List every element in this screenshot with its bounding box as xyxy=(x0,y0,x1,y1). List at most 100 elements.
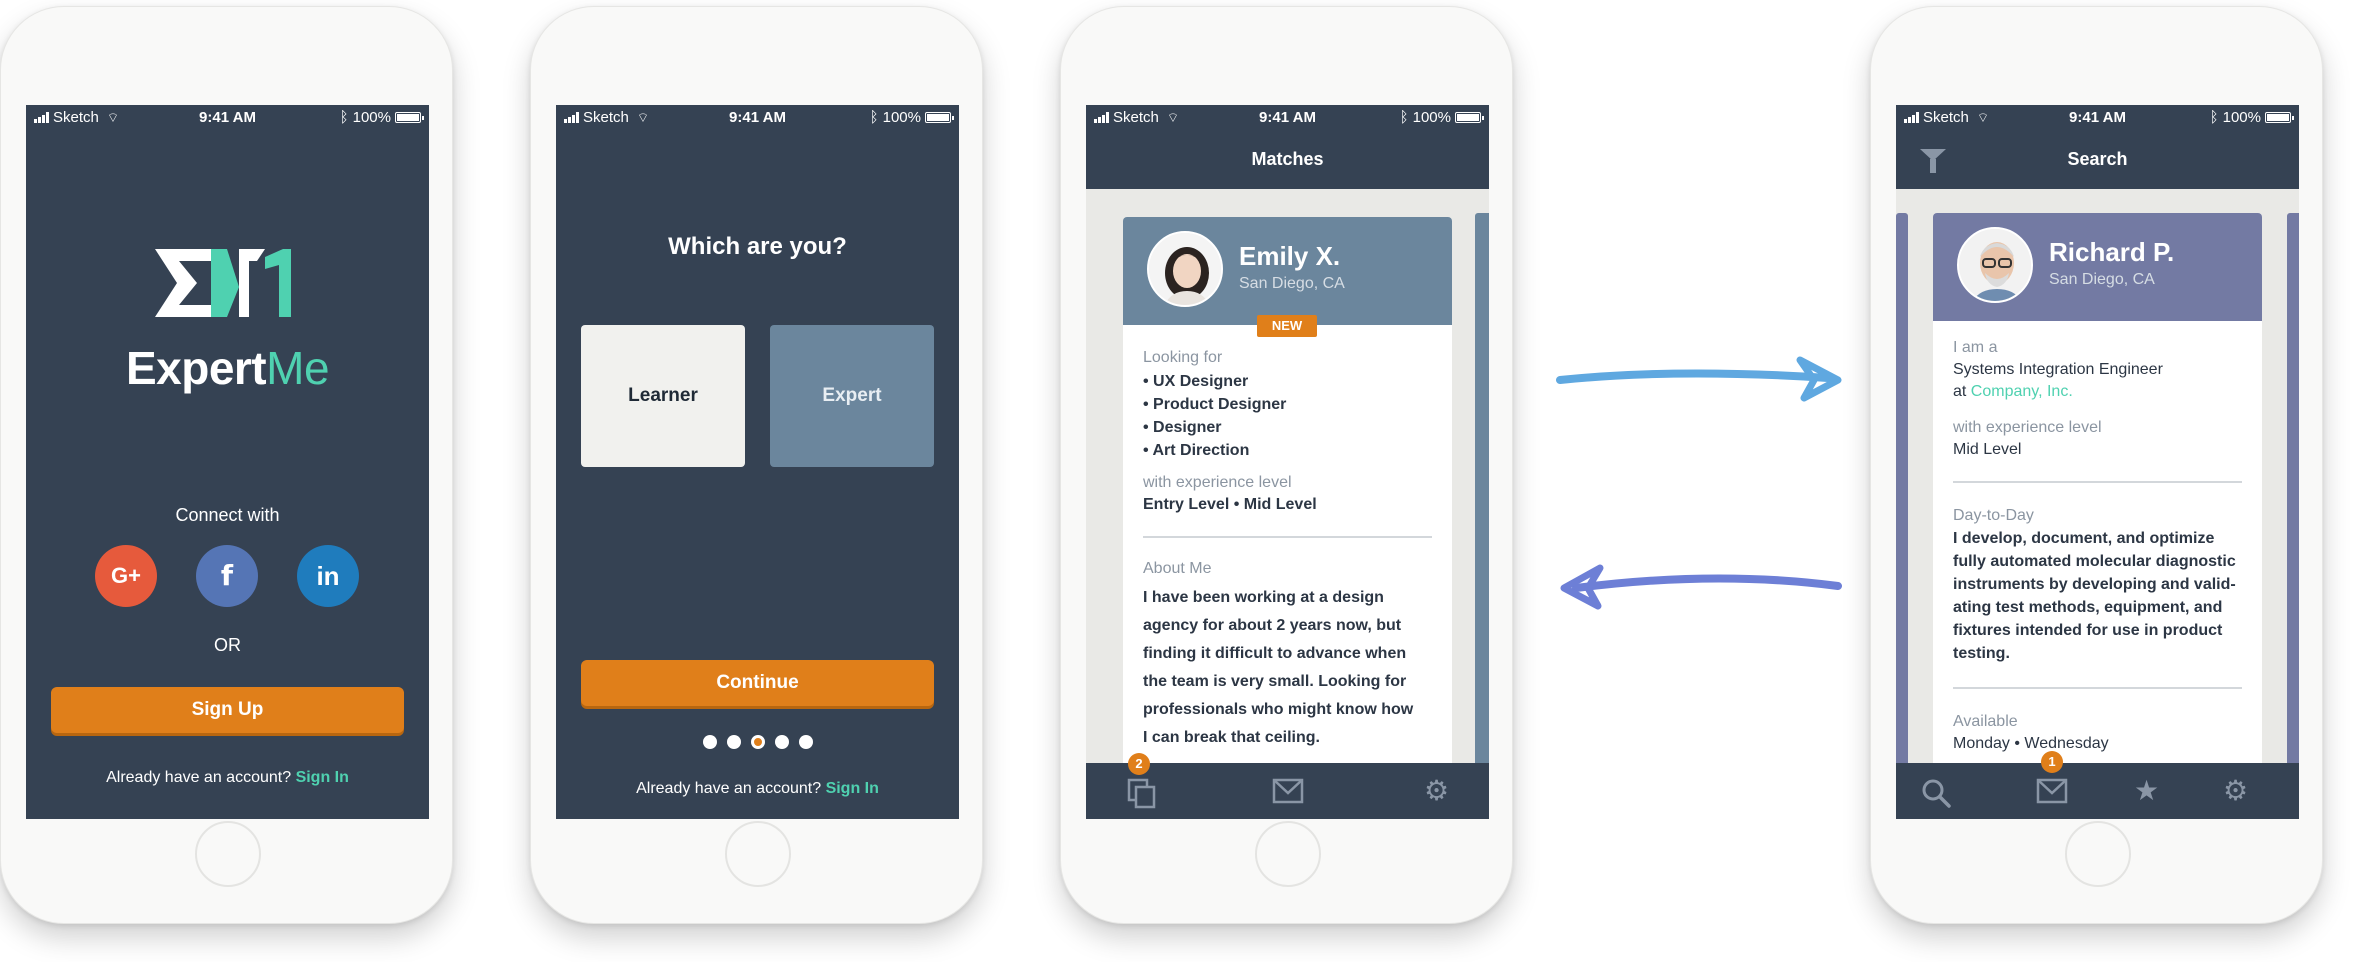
experience-label: with experience level xyxy=(1953,419,2102,436)
match-name: Emily X. xyxy=(1239,241,1341,271)
status-bar: Sketch ⌔ 9:41 AM ᛒ 100% xyxy=(556,105,959,129)
experience-value: Entry Level • Mid Level xyxy=(1143,496,1317,513)
next-card-peek[interactable] xyxy=(2287,213,2299,773)
iam-label: I am a xyxy=(1953,339,1998,356)
looking-for-item: • Art Direction xyxy=(1143,442,1250,459)
profile-location: San Diego, CA xyxy=(2049,271,2155,288)
divider xyxy=(1953,481,2242,483)
company-link[interactable]: Company, Inc. xyxy=(1971,383,2073,400)
status-bar: Sketch ⌔ 9:41 AM ᛒ 100% xyxy=(1086,105,1489,129)
battery-label: 100% xyxy=(1412,109,1451,126)
avatar xyxy=(1957,227,2033,303)
divider xyxy=(1143,536,1432,538)
looking-for-item: • Designer xyxy=(1143,419,1222,436)
battery-icon xyxy=(395,112,424,123)
company-line: at Company, Inc. xyxy=(1953,383,2073,400)
match-card-emily[interactable]: Emily X. San Diego, CA NEW Looking for •… xyxy=(1123,217,1452,819)
page-dot[interactable] xyxy=(798,735,813,749)
search-title: Search xyxy=(2067,149,2128,169)
avatar xyxy=(1147,231,1223,307)
battery-icon xyxy=(2265,112,2294,123)
looking-for-label: Looking for xyxy=(1143,349,1223,366)
phone-welcome: Sketch ⌔ 9:41 AM ᛒ 100% ExpertMe Connect w… xyxy=(0,6,453,924)
page-dot[interactable] xyxy=(726,735,741,749)
search-icon[interactable] xyxy=(1920,777,1952,814)
signin-prompt: Already have an account? Sign In xyxy=(106,769,349,786)
arrow-left-icon xyxy=(1556,558,1846,623)
signin-prompt: Already have an account? Sign In xyxy=(636,780,879,797)
signin-link[interactable]: Sign In xyxy=(826,780,879,797)
battery-icon xyxy=(925,112,954,123)
about-text: I have been working at a design agency fo… xyxy=(1143,584,1432,752)
signup-button[interactable]: Sign Up xyxy=(51,687,404,733)
gear-icon[interactable]: ⚙ xyxy=(2223,777,2248,805)
role-select-screen: Sketch ⌔ 9:41 AM ᛒ 100% Which are you? Lea… xyxy=(556,105,959,819)
about-line: I have been working at a design xyxy=(1143,589,1384,606)
role-question: Which are you? xyxy=(668,233,847,260)
home-button[interactable] xyxy=(725,821,791,887)
about-line: agency for about 2 years now, but xyxy=(1143,617,1402,634)
signin-link[interactable]: Sign In xyxy=(296,769,349,786)
mail-badge: 1 xyxy=(2041,751,2063,773)
connect-label: Connect with xyxy=(175,505,280,525)
google-login-button[interactable]: G+ xyxy=(95,545,157,607)
mail-icon[interactable] xyxy=(2036,777,2068,810)
phone-matches: Sketch ⌔ 9:41 AM ᛒ 100% Matches Emily X. S xyxy=(1060,6,1513,924)
mail-icon[interactable] xyxy=(1272,777,1304,810)
home-button[interactable] xyxy=(2065,821,2131,887)
star-icon[interactable]: ★ xyxy=(2134,777,2159,805)
divider xyxy=(1953,687,2242,689)
page-indicator xyxy=(556,735,959,754)
bluetooth-icon: ᛒ xyxy=(2209,109,2219,126)
home-button[interactable] xyxy=(1255,821,1321,887)
looking-for-list: • UX Designer • Product Designer • Designe… xyxy=(1143,370,1432,462)
experience-label: with experience level xyxy=(1143,474,1292,491)
tab-bar: 1 ★ ⚙ xyxy=(1896,751,2299,819)
phone-search: Sketch ⌔ 9:41 AM ᛒ 100% Search Richard P… xyxy=(1870,6,2323,924)
page-dot[interactable] xyxy=(774,735,789,749)
about-line: I can break that ceiling. xyxy=(1143,729,1320,746)
search-screen: Sketch ⌔ 9:41 AM ᛒ 100% Search Richard P… xyxy=(1896,105,2299,819)
cards-icon[interactable] xyxy=(1126,777,1158,814)
battery-icon xyxy=(1455,112,1484,123)
daytoday-line: fixtures intended for use in product xyxy=(1953,622,2223,639)
available-value: Monday • Wednesday xyxy=(1953,735,2109,752)
daytoday-line: testing. xyxy=(1953,645,2010,662)
profile-name: Richard P. xyxy=(2049,237,2175,267)
daytoday-line: instruments by developing and valid- xyxy=(1953,576,2236,593)
about-line: finding it difficult to advance when xyxy=(1143,645,1407,662)
learner-option[interactable]: Learner xyxy=(581,325,745,467)
looking-for-item: • Product Designer xyxy=(1143,396,1287,413)
about-line: professionals who might know how xyxy=(1143,701,1414,718)
welcome-screen: Sketch ⌔ 9:41 AM ᛒ 100% ExpertMe Connect w… xyxy=(26,105,429,819)
page-dot[interactable] xyxy=(702,735,717,749)
available-label: Available xyxy=(1953,713,2018,730)
continue-button[interactable]: Continue xyxy=(581,660,934,706)
linkedin-login-button[interactable]: in xyxy=(297,545,359,607)
status-bar: Sketch ⌔ 9:41 AM ᛒ 100% xyxy=(1896,105,2299,129)
search-navbar: Search xyxy=(1896,129,2299,189)
battery-label: 100% xyxy=(352,109,391,126)
matches-title: Matches xyxy=(1086,129,1489,189)
bluetooth-icon: ᛒ xyxy=(869,109,879,126)
daytoday-label: Day-to-Day xyxy=(1953,507,2034,524)
home-button[interactable] xyxy=(195,821,261,887)
daytoday-text: I develop, document, and optimize fully a… xyxy=(1953,527,2242,665)
facebook-login-button[interactable]: f xyxy=(196,545,258,607)
gear-icon[interactable]: ⚙ xyxy=(1424,777,1449,805)
page-dot[interactable] xyxy=(750,735,765,749)
card-header: Emily X. San Diego, CA xyxy=(1123,217,1452,325)
role-value: Systems Integration Engineer xyxy=(1953,361,2163,378)
daytoday-line: I develop, document, and optimize xyxy=(1953,530,2215,547)
match-location: San Diego, CA xyxy=(1239,275,1345,292)
next-card-peek[interactable] xyxy=(1475,213,1489,773)
brand-name: ExpertMe xyxy=(125,342,330,394)
profile-card-richard[interactable]: Richard P. San Diego, CA I am a Systems … xyxy=(1933,213,2262,819)
battery-label: 100% xyxy=(882,109,921,126)
prev-card-peek[interactable] xyxy=(1896,213,1908,773)
filter-icon[interactable] xyxy=(1920,149,1946,173)
or-label: OR xyxy=(214,635,241,655)
cards-badge: 2 xyxy=(1128,753,1150,775)
bluetooth-icon: ᛒ xyxy=(339,109,349,126)
expert-option[interactable]: Expert xyxy=(770,325,934,467)
